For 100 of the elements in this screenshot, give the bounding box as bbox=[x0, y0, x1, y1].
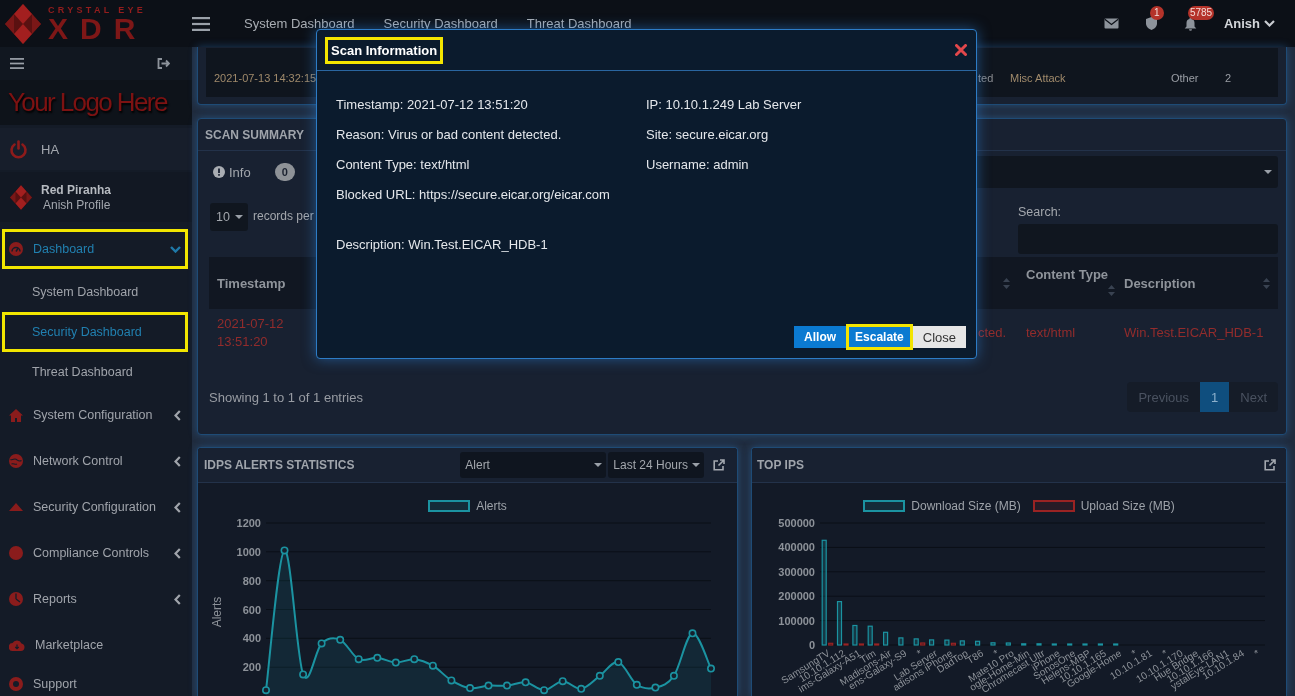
notification-badge: 5785 bbox=[1187, 5, 1215, 20]
logo-icon bbox=[5, 3, 41, 44]
circle-icon bbox=[9, 546, 23, 560]
sort-icon bbox=[1003, 277, 1010, 289]
axis-tick-label: 0 bbox=[808, 639, 815, 651]
axis-tick-label: 1200 bbox=[236, 517, 261, 529]
sidebar-item[interactable]: Reports bbox=[2, 579, 188, 619]
sidebar-item[interactable]: Marketplace bbox=[2, 625, 188, 665]
description-text: Description: Win.Test.EICAR_HDB-1 bbox=[336, 236, 548, 254]
profile-logo-icon bbox=[10, 184, 32, 210]
caret-icon bbox=[594, 463, 603, 467]
nav-link[interactable]: Threat Dashboard bbox=[526, 16, 632, 31]
chart-bar bbox=[959, 640, 965, 646]
chart-bar bbox=[1036, 643, 1042, 646]
globe-icon bbox=[9, 454, 23, 468]
mail-icon[interactable] bbox=[1103, 18, 1119, 29]
detail-text: IP: 10.10.1.249 Lab Server bbox=[646, 96, 802, 114]
entries-info: Showing 1 to 1 of 1 entries bbox=[209, 389, 363, 405]
legend-label: Alerts bbox=[476, 499, 507, 513]
chart-bar bbox=[990, 642, 996, 646]
table-cell: Other bbox=[1171, 72, 1199, 84]
chart-bar bbox=[1021, 643, 1027, 646]
profile-name: Red Piranha bbox=[41, 182, 112, 197]
external-link-icon[interactable] bbox=[713, 459, 725, 471]
menu-icon[interactable] bbox=[10, 58, 24, 69]
legend-label: Upload Size (MB) bbox=[1080, 499, 1175, 513]
chart-bar bbox=[898, 637, 904, 646]
sort-icon bbox=[1263, 277, 1270, 289]
page-button[interactable]: 1 bbox=[1200, 382, 1230, 412]
clock-icon bbox=[9, 592, 23, 606]
table-cell-text: text/html bbox=[1025, 324, 1077, 342]
axis-tick-label: 400 bbox=[242, 632, 261, 645]
nav-link[interactable]: Security Dashboard bbox=[383, 16, 498, 31]
power-icon bbox=[9, 139, 28, 159]
sidebar-item[interactable]: Compliance Controls bbox=[2, 533, 188, 573]
column-header[interactable]: Content Type bbox=[1018, 257, 1116, 309]
nav-link[interactable]: System Dashboard bbox=[244, 16, 355, 31]
table-cell: Misc Attack bbox=[1010, 72, 1066, 84]
axis-tick-label: 100000 bbox=[778, 614, 815, 627]
sidebar-subitem[interactable]: Security Dashboard bbox=[2, 312, 188, 352]
filter-label[interactable]: Info bbox=[229, 164, 251, 180]
primary-button[interactable]: Allow bbox=[794, 326, 847, 348]
info-icon bbox=[213, 166, 225, 178]
table-cell-text: Win.Test.EICAR_HDB-1 bbox=[1123, 324, 1265, 342]
sidebar-subitem[interactable]: System Dashboard bbox=[2, 272, 188, 312]
search-label: Search: bbox=[1018, 205, 1062, 219]
cloud-icon bbox=[9, 639, 25, 651]
sidebar-item[interactable]: Dashboard bbox=[2, 229, 188, 269]
axis-tick-label: 400000 bbox=[778, 541, 815, 554]
profile-subtitle: Anish Profile bbox=[42, 197, 112, 212]
column-header[interactable]: Description bbox=[1116, 257, 1278, 309]
sidebar-item[interactable]: Support bbox=[2, 671, 188, 696]
data-point bbox=[317, 639, 326, 648]
user-menu-button[interactable]: Anish bbox=[1223, 16, 1275, 31]
legend-swatch-icon bbox=[1032, 500, 1075, 512]
card-title: IDPS ALERTS STATISTICS bbox=[204, 458, 355, 472]
chart-bar bbox=[1067, 643, 1073, 646]
table-cell-text: 2021-07-12 13:51:20 bbox=[216, 315, 285, 351]
notification-badge: 1 bbox=[1149, 6, 1164, 20]
axis-tick-label: 1000 bbox=[236, 545, 261, 558]
detail-text: Timestamp: 2021-07-12 13:51:20 bbox=[336, 96, 528, 114]
chart-bar bbox=[1051, 643, 1057, 646]
primary-button[interactable]: Escalate bbox=[846, 324, 913, 350]
dialog-title: Scan Information bbox=[325, 36, 444, 64]
detail-text: Content Type: text/html bbox=[336, 156, 470, 174]
data-point bbox=[466, 684, 474, 693]
page-length-label: records per bbox=[253, 209, 314, 223]
chart-bar bbox=[1113, 643, 1119, 646]
select-field[interactable]: Alert bbox=[460, 452, 607, 478]
menu-icon[interactable] bbox=[192, 16, 210, 31]
bell-icon[interactable] bbox=[1183, 16, 1197, 31]
secondary-button[interactable]: Close bbox=[912, 326, 966, 348]
page-length-select[interactable]: 10 bbox=[210, 203, 248, 231]
sidebar-item[interactable]: Security Configuration bbox=[2, 487, 188, 527]
logo-placeholder-text: Your Logo Here bbox=[8, 87, 167, 118]
axis-tick-label: 200000 bbox=[778, 590, 815, 603]
data-point bbox=[614, 658, 623, 667]
lifebuoy-icon bbox=[9, 676, 23, 691]
close-icon[interactable] bbox=[955, 44, 967, 56]
detail-text: Username: admin bbox=[646, 156, 749, 174]
data-point bbox=[577, 684, 586, 693]
ha-menu-item[interactable]: HA bbox=[0, 128, 192, 170]
sidebar-subitem[interactable]: Threat Dashboard bbox=[2, 352, 188, 392]
external-link-icon[interactable] bbox=[1264, 459, 1276, 471]
shield-icon[interactable] bbox=[1145, 17, 1157, 30]
sidebar-item[interactable]: System Configuration bbox=[2, 395, 188, 435]
data-point bbox=[484, 681, 493, 690]
data-point bbox=[632, 680, 641, 689]
data-point bbox=[354, 655, 363, 664]
data-point bbox=[391, 658, 400, 667]
select-field[interactable]: Last 24 Hours bbox=[608, 452, 704, 478]
chart-bar bbox=[1005, 642, 1011, 646]
data-point bbox=[669, 671, 678, 680]
data-point bbox=[280, 546, 289, 555]
legend-swatch-icon bbox=[863, 500, 906, 512]
detail-text: Site: secure.eicar.org bbox=[646, 126, 769, 144]
logout-icon[interactable] bbox=[157, 58, 170, 69]
chart-bar bbox=[929, 639, 935, 646]
sidebar-item[interactable]: Network Control bbox=[2, 441, 188, 481]
data-point bbox=[521, 678, 530, 687]
